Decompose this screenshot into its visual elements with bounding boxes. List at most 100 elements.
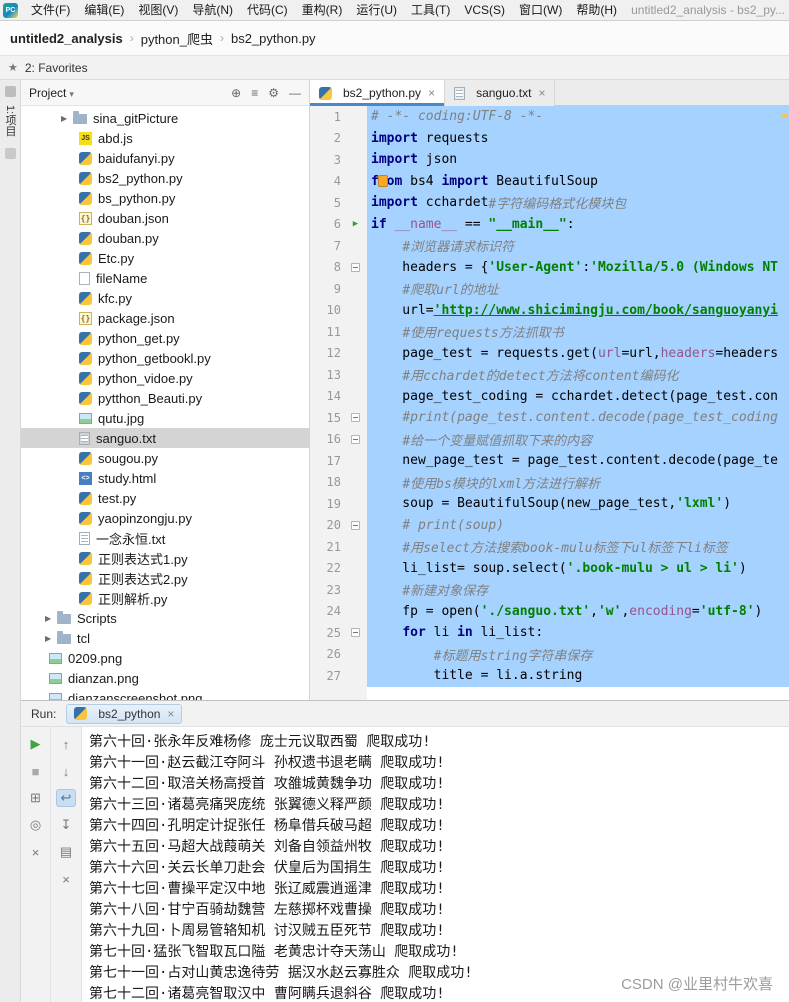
project-tool-button[interactable]: 1:项目 [2, 105, 18, 136]
intention-bulb-icon[interactable] [378, 174, 388, 187]
menu-item-4[interactable]: 代码(C) [240, 0, 295, 21]
folder-icon [57, 631, 71, 644]
html-file-icon: <> [79, 471, 92, 485]
tree-item[interactable]: python_vidoe.py [21, 368, 309, 388]
tree-item[interactable]: baidufanyi.py [21, 148, 309, 168]
prev-occurrence-icon[interactable]: ↑ [56, 735, 76, 753]
fold-icon[interactable] [351, 434, 360, 444]
clear-console-icon[interactable]: × [56, 870, 76, 888]
menu-item-6[interactable]: 运行(U) [349, 0, 404, 21]
next-occurrence-icon[interactable]: ↓ [56, 762, 76, 780]
tree-item[interactable]: pytthon_Beauti.py [21, 388, 309, 408]
tree-item[interactable]: 正则表达式1.py [21, 548, 309, 568]
menu-item-0[interactable]: 文件(F) [24, 0, 77, 21]
chevron-collapsed-icon[interactable]: ▶ [45, 614, 57, 623]
fold-icon[interactable] [351, 262, 360, 272]
token-t [371, 432, 402, 447]
tree-item[interactable]: 一念永恒.txt [21, 528, 309, 548]
tree-item[interactable]: {} douban.json [21, 208, 309, 228]
tree-item[interactable]: ▶ sina_gitPicture [21, 108, 309, 128]
tree-item[interactable]: kfc.py [21, 288, 309, 308]
fold-icon[interactable] [351, 413, 360, 423]
menu-item-1[interactable]: 编辑(E) [77, 0, 131, 21]
line-number: 12 [326, 346, 341, 361]
close-icon[interactable]: × [538, 86, 545, 100]
code-editor[interactable]: 1 # -*- coding:UTF-8 -*- 2 import requests 3… [310, 106, 789, 700]
menu-item-2[interactable]: 视图(V) [131, 0, 185, 21]
favorites-label[interactable]: 2: Favorites [25, 61, 88, 75]
settings-icon[interactable]: ⚙ [268, 86, 279, 100]
locate-icon[interactable]: ⊕ [231, 86, 241, 100]
run-line-icon[interactable]: ▶ [353, 219, 358, 229]
tree-item[interactable]: dianzan.png [21, 668, 309, 688]
project-view-dropdown[interactable]: Project ▾ [29, 86, 74, 100]
tree-item-label: 0209.png [68, 650, 123, 666]
editor-scrollbar[interactable] [780, 106, 789, 700]
tree-item[interactable]: fileName [21, 268, 309, 288]
tree-item-label: 正则表达式2.py [98, 571, 188, 587]
tree-item[interactable]: JS abd.js [21, 128, 309, 148]
menu-item-7[interactable]: 工具(T) [404, 0, 457, 21]
close-icon[interactable]: × [167, 707, 174, 721]
tree-item[interactable]: <> study.html [21, 468, 309, 488]
fold-icon[interactable] [351, 628, 360, 638]
run-panel-header: Run: bs2_python × [21, 700, 789, 727]
print-icon[interactable]: ▤ [56, 843, 76, 861]
scroll-to-end-icon[interactable]: ↧ [56, 816, 76, 834]
chevron-collapsed-icon[interactable]: ▶ [45, 634, 57, 643]
console-line-0: 第六十回·张永年反难杨修 庞士元议取西蜀 爬取成功! [89, 734, 431, 750]
collapse-all-icon[interactable]: ≡ [251, 86, 258, 100]
chevron-collapsed-icon[interactable]: ▶ [61, 114, 73, 123]
tree-item[interactable]: yaopinzongju.py [21, 508, 309, 528]
console-line-4: 第六十四回·孔明定计捉张任 杨阜借兵破马超 爬取成功! [89, 818, 445, 834]
tree-item[interactable]: ▶ Scripts [21, 608, 309, 628]
tree-item[interactable]: python_get.py [21, 328, 309, 348]
restore-layout-icon[interactable]: ⊞ [26, 789, 46, 807]
close-icon[interactable]: × [26, 843, 46, 861]
menu-item-9[interactable]: 窗口(W) [512, 0, 569, 21]
breadcrumb-item-0[interactable]: untitled2_analysis [10, 31, 123, 46]
tree-item[interactable]: {} package.json [21, 308, 309, 328]
tree-item[interactable]: bs2_python.py [21, 168, 309, 188]
fold-icon[interactable] [351, 520, 360, 530]
tree-item[interactable]: dianzanscreenshot.png [21, 688, 309, 700]
tree-item[interactable]: 0209.png [21, 648, 309, 668]
tree-item[interactable]: sougou.py [21, 448, 309, 468]
token-p: headers [660, 345, 716, 361]
menu-item-5[interactable]: 重构(R) [295, 0, 350, 21]
menu-item-8[interactable]: VCS(S) [457, 0, 512, 21]
rerun-icon[interactable]: ▶ [26, 735, 46, 753]
editor-tab-0[interactable]: bs2_python.py × [310, 80, 446, 106]
breadcrumb-item-2[interactable]: bs2_python.py [231, 31, 316, 46]
console-line-5: 第六十五回·马超大战葭萌关 刘备自领益州牧 爬取成功! [89, 839, 445, 855]
breadcrumb-item-1[interactable]: python_爬虫 [141, 29, 213, 48]
tree-item[interactable]: python_getbookl.py [21, 348, 309, 368]
token-t: page_test = requests.get( [371, 345, 598, 361]
menu-item-10[interactable]: 帮助(H) [569, 0, 624, 21]
tree-item-label: fileName [96, 270, 148, 286]
tree-item[interactable]: qutu.jpg [21, 408, 309, 428]
tool-window-icon[interactable] [4, 86, 16, 97]
tree-item[interactable]: 正则表达式2.py [21, 568, 309, 588]
soft-wrap-icon[interactable]: ↩ [56, 789, 76, 807]
console-output[interactable]: 第六十回·张永年反难杨修 庞士元议取西蜀 爬取成功! 第六十一回·赵云截江夺阿斗 … [82, 727, 789, 1002]
structure-tool-icon[interactable] [4, 148, 16, 160]
tree-item[interactable]: ▶ tcl [21, 628, 309, 648]
token-k: import [371, 195, 418, 211]
stop-icon[interactable]: ■ [26, 762, 46, 780]
menu-item-3[interactable]: 导航(N) [185, 0, 240, 21]
tree-item[interactable]: sanguo.txt [21, 428, 309, 448]
tree-item[interactable]: bs_python.py [21, 188, 309, 208]
tree-item[interactable]: 正则解析.py [21, 588, 309, 608]
tree-item[interactable]: douban.py [21, 228, 309, 248]
token-t: li_list: [472, 625, 544, 641]
editor-tab-1[interactable]: sanguo.txt × [445, 80, 556, 106]
code-line: 18 #使用bs模块的lxml方法进行解析 [310, 471, 789, 493]
tree-item[interactable]: test.py [21, 488, 309, 508]
tree-item[interactable]: Etc.py [21, 248, 309, 268]
pin-icon[interactable]: ◎ [26, 816, 46, 834]
close-icon[interactable]: × [428, 86, 435, 100]
console-line-8: 第六十八回·甘宁百骑劫魏营 左慈掷杯戏曹操 爬取成功! [89, 902, 445, 918]
hide-panel-icon[interactable]: — [289, 86, 301, 100]
run-tab[interactable]: bs2_python × [66, 703, 183, 724]
